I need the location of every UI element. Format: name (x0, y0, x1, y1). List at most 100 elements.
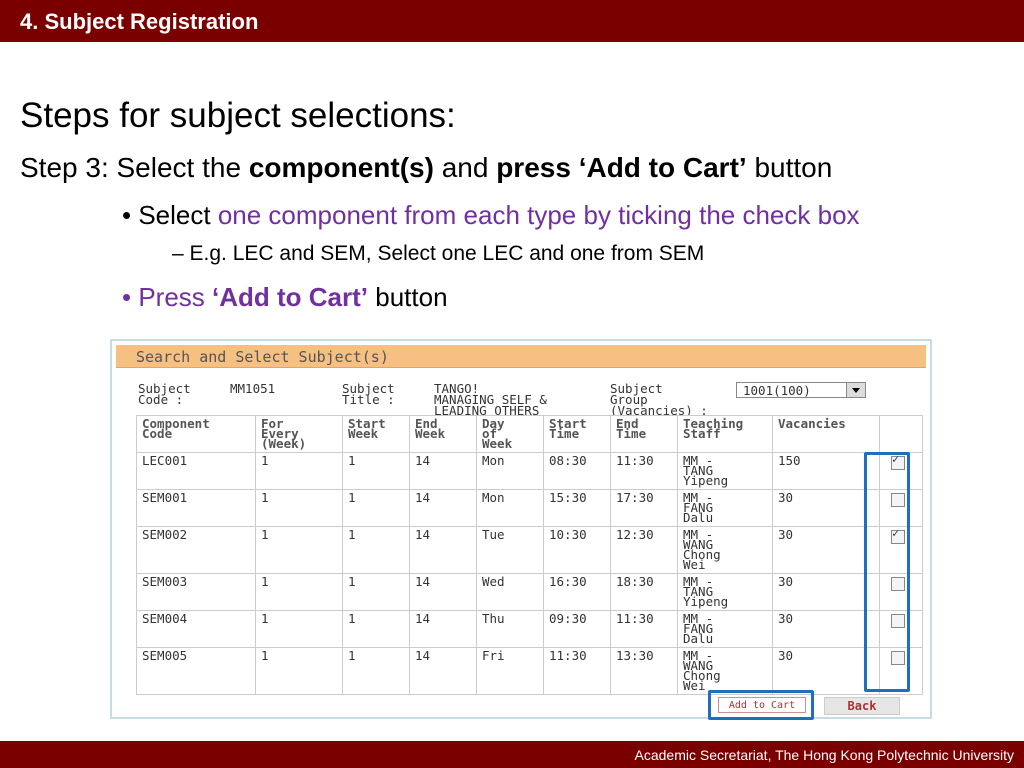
sub-bullet-text: E.g. LEC and SEM, Select one LEC and one… (189, 242, 705, 265)
col-header-teaching-staff: Teaching Staff (677, 415, 773, 453)
table-row: LEC001 1 1 14 Mon 08:30 11:30 MM - TANG Yipeng 150 (136, 452, 923, 490)
start-week-cell: 1 (342, 573, 410, 611)
slide-heading: Steps for subject selections: (20, 96, 456, 135)
start-week-cell: 1 (342, 452, 410, 490)
component-code-cell: SEM002 (136, 526, 256, 574)
end-week-cell: 14 (409, 610, 477, 648)
for-every-cell: 1 (255, 573, 343, 611)
day-cell: Thu (476, 610, 544, 648)
table-row: SEM001 1 1 14 Mon 15:30 17:30 MM - FANG Dalu 30 (136, 489, 923, 527)
day-cell: Tue (476, 526, 544, 574)
col-header-start-week: Start Week (342, 415, 410, 453)
for-every-cell: 1 (255, 647, 343, 695)
step-mid: and (433, 152, 497, 183)
start-week-cell: 1 (342, 489, 410, 527)
start-time-cell: 15:30 (543, 489, 611, 527)
bullet-press-b: ‘Add to Cart’ (212, 282, 369, 312)
teaching-staff-cell: MM - WANG Chong Wei (677, 647, 773, 695)
bullet-press-c: button (368, 282, 448, 312)
end-week-cell: 14 (409, 489, 477, 527)
for-every-cell: 1 (255, 489, 343, 527)
start-week-cell: 1 (342, 610, 410, 648)
panel-title: Search and Select Subject(s) (136, 348, 389, 366)
sub-bullet-example: – E.g. LEC and SEM, Select one LEC and o… (172, 242, 705, 265)
table-header-row: Component Code For Every (Week) Start Week E… (136, 415, 923, 453)
start-time-cell: 08:30 (543, 452, 611, 490)
for-every-cell: 1 (255, 610, 343, 648)
end-time-cell: 11:30 (610, 452, 678, 490)
step-suffix: button (746, 152, 833, 183)
panel-header: Search and Select Subject(s) (116, 345, 926, 368)
end-week-cell: 14 (409, 452, 477, 490)
col-header-vacancies: Vacancies (772, 415, 880, 453)
subject-code-value: MM1051 (230, 381, 276, 396)
step-bold-2: press ‘Add to Cart’ (496, 152, 747, 183)
teaching-staff-cell: MM - TANG Yipeng (677, 452, 773, 490)
bullet-press: • Press ‘Add to Cart’ button (122, 282, 448, 312)
end-time-cell: 12:30 (610, 526, 678, 574)
slide-section-title: 4. Subject Registration (20, 9, 259, 34)
component-code-cell: SEM003 (136, 573, 256, 611)
day-cell: Mon (476, 489, 544, 527)
component-code-cell: LEC001 (136, 452, 256, 490)
add-to-cart-button[interactable]: Add to Cart (718, 697, 806, 713)
footer-bar: Academic Secretariat, The Hong Kong Poly… (0, 741, 1024, 768)
day-cell: Mon (476, 452, 544, 490)
table-row: SEM005 1 1 14 Fri 11:30 13:30 MM - WANG Chong Wei 3… (136, 647, 923, 695)
chevron-down-icon[interactable] (846, 383, 865, 397)
subject-group-label: Subject Group (Vacancies) : (610, 381, 708, 418)
step-bold-1: component(s) (248, 152, 434, 183)
col-header-start-time: Start Time (543, 415, 611, 453)
col-header-end-week: End Week (409, 415, 477, 453)
step-prefix: Step 3: Select the (20, 152, 249, 183)
table-row: SEM004 1 1 14 Thu 09:30 11:30 MM - FANG Dalu 30 (136, 610, 923, 648)
for-every-cell: 1 (255, 452, 343, 490)
start-time-cell: 09:30 (543, 610, 611, 648)
col-header-for-every: For Every (Week) (255, 415, 343, 453)
day-cell: Wed (476, 573, 544, 611)
subject-title-label: Subject Title : (342, 381, 395, 407)
start-week-cell: 1 (342, 526, 410, 574)
component-table: Component Code For Every (Week) Start Week E… (136, 415, 923, 695)
component-code-cell: SEM005 (136, 647, 256, 695)
end-time-cell: 11:30 (610, 610, 678, 648)
teaching-staff-cell: MM - TANG Yipeng (677, 573, 773, 611)
end-week-cell: 14 (409, 526, 477, 574)
end-week-cell: 14 (409, 647, 477, 695)
col-header-end-time: End Time (610, 415, 678, 453)
teaching-staff-cell: MM - WANG Chong Wei (677, 526, 773, 574)
table-row: SEM003 1 1 14 Wed 16:30 18:30 MM - TANG Yipeng 30 (136, 573, 923, 611)
subject-title-value: TANGO! MANAGING SELF & LEADING OTHERS (434, 381, 547, 418)
teaching-staff-cell: MM - FANG Dalu (677, 489, 773, 527)
teaching-staff-cell: MM - FANG Dalu (677, 610, 773, 648)
end-time-cell: 17:30 (610, 489, 678, 527)
col-header-day-of-week: Day of Week (476, 415, 544, 453)
subject-group-select[interactable]: 1001(100) (736, 382, 866, 398)
subject-group-selected: 1001(100) (743, 383, 811, 398)
for-every-cell: 1 (255, 526, 343, 574)
checkbox-highlight-box (864, 452, 910, 692)
bullet-press-a: Press (138, 282, 213, 312)
bullet-select-b: one component from each type by ticking … (217, 200, 860, 230)
bullet-select: • Select one component from each type by… (122, 200, 860, 230)
day-cell: Fri (476, 647, 544, 695)
footer-text: Academic Secretariat, The Hong Kong Poly… (634, 747, 1014, 763)
start-week-cell: 1 (342, 647, 410, 695)
component-code-cell: SEM004 (136, 610, 256, 648)
end-time-cell: 18:30 (610, 573, 678, 611)
subject-code-label: Subject Code : (138, 381, 191, 407)
col-header-select (879, 415, 923, 453)
end-time-cell: 13:30 (610, 647, 678, 695)
end-week-cell: 14 (409, 573, 477, 611)
start-time-cell: 11:30 (543, 647, 611, 695)
col-header-component-code: Component Code (136, 415, 256, 453)
start-time-cell: 10:30 (543, 526, 611, 574)
component-code-cell: SEM001 (136, 489, 256, 527)
subject-selection-screenshot: Search and Select Subject(s) Subject Code… (110, 339, 932, 720)
table-row: SEM002 1 1 14 Tue 10:30 12:30 MM - WANG Chong Wei 3… (136, 526, 923, 574)
title-bar: 4. Subject Registration (0, 0, 1024, 42)
start-time-cell: 16:30 (543, 573, 611, 611)
bullet-select-a: Select (138, 200, 218, 230)
back-button[interactable]: Back (824, 697, 900, 715)
step-instruction: Step 3: Select the component(s) and pres… (20, 152, 832, 184)
